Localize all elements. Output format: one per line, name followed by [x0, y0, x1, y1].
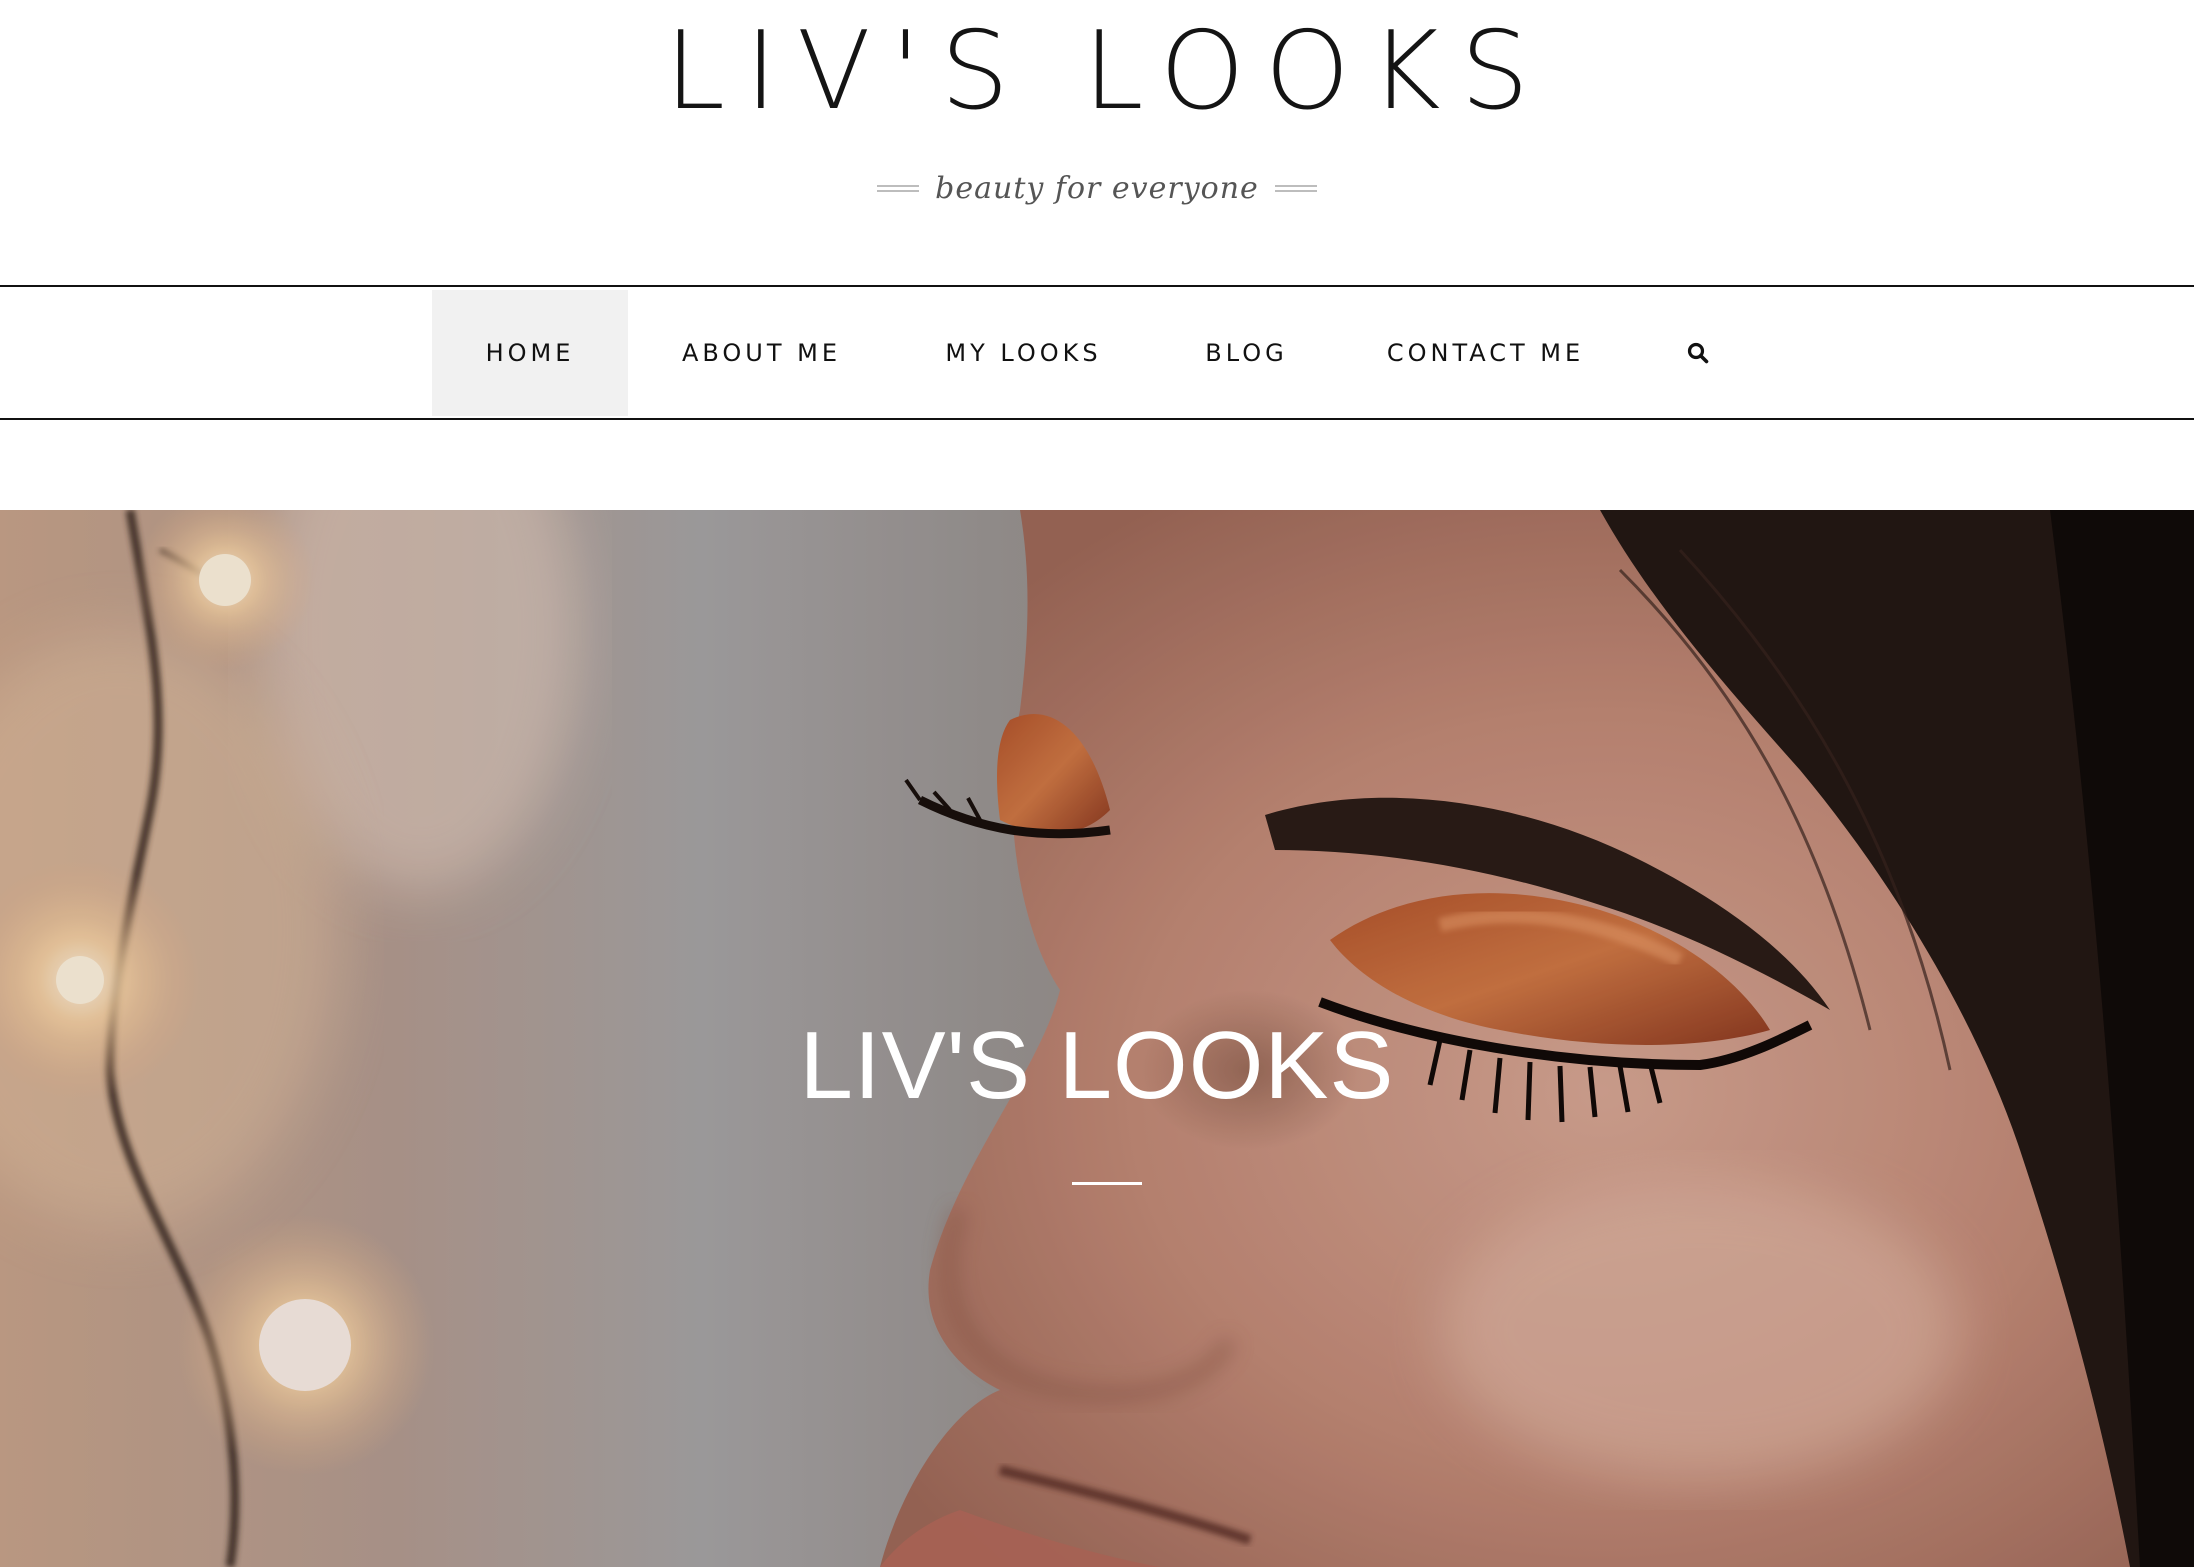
tagline-rule-left: [877, 184, 920, 192]
tagline-rule-right: [1274, 184, 1317, 192]
search-icon: [1687, 342, 1709, 364]
tagline: beauty for everyone: [935, 170, 1259, 206]
nav-list: HOME ABOUT ME MY LOOKS BLOG CONTACT ME: [432, 290, 1766, 416]
tagline-row: beauty for everyone: [0, 164, 2194, 212]
nav-item-contact-me[interactable]: CONTACT ME: [1341, 290, 1630, 416]
site-header: LIV'S LOOKS beauty for everyone: [0, 0, 2194, 285]
nav-item-home[interactable]: HOME: [432, 290, 628, 416]
nav-search-button[interactable]: [1630, 290, 1766, 416]
nav-item-blog[interactable]: BLOG: [1152, 290, 1341, 416]
hero-divider: [1072, 1182, 1142, 1185]
hero-banner: LIV'S LOOKS: [0, 510, 2194, 1567]
nav-item-my-looks[interactable]: MY LOOKS: [895, 290, 1152, 416]
site-title[interactable]: LIV'S LOOKS: [0, 0, 2194, 126]
page: LIV'S LOOKS beauty for everyone HOME ABO…: [0, 0, 2194, 1567]
nav-item-about-me[interactable]: ABOUT ME: [628, 290, 895, 416]
main-navigation: HOME ABOUT ME MY LOOKS BLOG CONTACT ME: [0, 285, 2194, 420]
hero-title: LIV'S LOOKS: [799, 1012, 1395, 1119]
